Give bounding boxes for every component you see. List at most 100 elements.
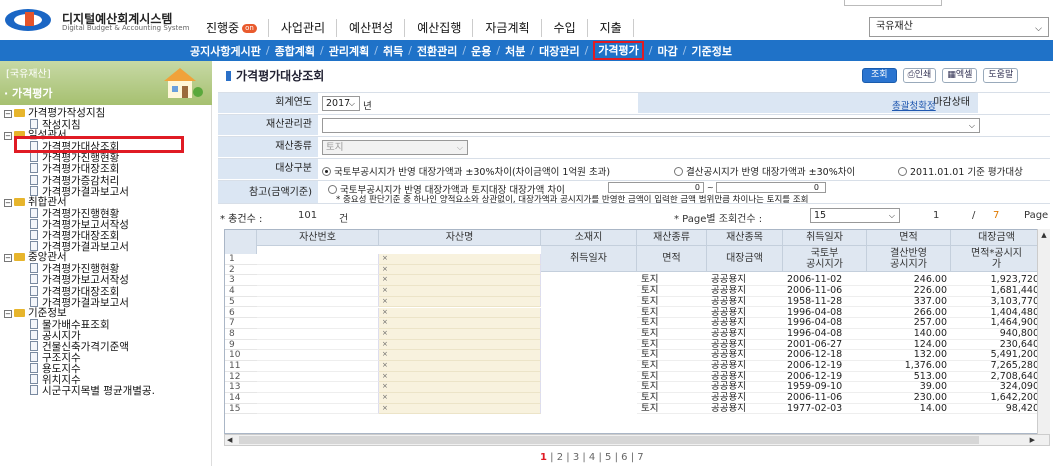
acquired-date-cell[interactable]: 1977-02-03 (783, 403, 867, 415)
tree-folder[interactable]: − 가격평가작성지침 (4, 107, 210, 119)
collapse-icon[interactable]: − (4, 309, 12, 318)
collapse-icon[interactable]: − (4, 132, 12, 141)
search-button[interactable]: 조회 (862, 68, 897, 83)
excel-button[interactable]: ▦엑셀 (942, 68, 978, 83)
asset-item-cell[interactable]: 공공용지 (707, 296, 783, 308)
tree-item[interactable]: 가격평가대장조회 (4, 163, 210, 175)
tree-folder[interactable]: − 취합관서 (4, 196, 210, 208)
main-nav-item[interactable]: 수입 (542, 16, 588, 40)
subnav-item[interactable]: 공지사항게시판 (190, 43, 261, 59)
asset-no-cell[interactable] (257, 328, 379, 340)
acquired-date-cell[interactable]: 1958-11-28 (783, 296, 867, 308)
target-option-1[interactable]: 국토부공시지가 반영 대장가액과 ±30%차이(차이금액이 1억원 초과) (322, 164, 610, 178)
asset-no-cell[interactable] (257, 286, 379, 297)
scroll-right-icon[interactable]: ▶ (1030, 435, 1035, 445)
top-search-strip[interactable] (844, 0, 942, 6)
area-cell[interactable]: 337.00 (867, 296, 951, 308)
asset-name-cell[interactable]: × (379, 328, 541, 340)
grid-subheader-cell[interactable]: 결산반영 공시지가 (867, 246, 951, 272)
subnav-item[interactable]: 기준정보 (691, 43, 731, 59)
asset-no-cell[interactable] (257, 361, 379, 372)
per-page-select[interactable]: 15 ⌵ (810, 208, 900, 223)
area-cell[interactable]: 14.00 (867, 403, 951, 415)
main-nav-item[interactable]: 진행중 on (196, 16, 269, 40)
tree-folder[interactable]: − 기준정보 (4, 307, 210, 319)
asset-name-cell[interactable]: × (379, 318, 541, 329)
grid-subheader-cell[interactable]: 면적 (637, 246, 707, 272)
main-nav-item[interactable]: 예산집행 (405, 16, 474, 40)
grid-header-cell[interactable]: 재산종목 (707, 230, 783, 246)
main-nav-item[interactable]: 예산편성 (337, 16, 406, 40)
target-option-3[interactable]: 2011.01.01 기준 평가대상 (898, 164, 1023, 178)
asset-no-cell[interactable] (257, 254, 379, 265)
asset-name-cell[interactable]: × (379, 264, 541, 276)
asset-no-cell[interactable] (257, 307, 379, 319)
asset-name-cell[interactable]: × (379, 361, 541, 372)
tree-item[interactable]: 물가배수표조회 (4, 318, 210, 330)
ref-to-input[interactable]: 0 (716, 182, 826, 193)
app-logo[interactable]: 디지털예산회계시스템 Digital Budget & Accounting S… (4, 3, 204, 37)
collapse-icon[interactable]: − (4, 254, 12, 263)
scroll-thumb[interactable] (239, 436, 979, 444)
tree-folder[interactable]: − 중앙관서 (4, 252, 210, 263)
asset-name-cell[interactable]: × (379, 393, 541, 404)
close-status-link[interactable]: 총괄청확정 (892, 98, 936, 112)
tree-item[interactable]: 구조지수 (4, 352, 210, 364)
asset-item-cell[interactable]: 공공용지 (707, 328, 783, 340)
grid-header-cell[interactable]: 면적 (867, 230, 951, 246)
grid-header-cell[interactable]: 자산명 (379, 230, 541, 246)
grid-header-cell[interactable]: 취득일자 (783, 230, 867, 246)
subnav-item[interactable]: 종합계획 (275, 43, 315, 59)
asset-name-cell[interactable]: × (379, 403, 541, 415)
amount-cell[interactable]: 940,800 (951, 328, 1041, 340)
grid-header-cell[interactable]: 재산종류 (637, 230, 707, 246)
tree-item[interactable]: 가격평가대장조회 (4, 285, 210, 297)
main-nav-item[interactable]: 사업관리 (269, 16, 338, 40)
tree-item[interactable]: 용도지수 (4, 363, 210, 375)
tree-item[interactable]: 가격평가진행현황 (4, 263, 210, 275)
acquired-date-cell[interactable]: 1996-04-08 (783, 328, 867, 340)
tree-item[interactable]: 공시지가 (4, 329, 210, 341)
asset-no-cell[interactable] (257, 296, 379, 308)
subnav-item[interactable]: 가격평가 (593, 41, 644, 60)
subnav-item[interactable]: 운용 (471, 43, 491, 59)
asset-name-cell[interactable]: × (379, 307, 541, 319)
grid-header-cell[interactable]: 대장금액 (951, 230, 1041, 246)
subnav-item[interactable]: 마감 (657, 43, 677, 59)
fiscal-year-select[interactable]: 2017 ⌵ (322, 96, 360, 111)
grid-horizontal-scrollbar[interactable]: ◀ ▶ (224, 434, 1050, 446)
asset-name-cell[interactable]: × (379, 382, 541, 394)
asset-type-select[interactable]: 토지 ⌵ (322, 140, 468, 155)
subnav-item[interactable]: 관리계획 (329, 43, 369, 59)
asset-no-cell[interactable] (257, 382, 379, 394)
main-nav-item[interactable]: 자금계획 (473, 16, 542, 40)
amount-cell[interactable]: 98,420 (951, 403, 1041, 415)
asset-no-cell[interactable] (257, 371, 379, 383)
area-cell[interactable]: 140.00 (867, 328, 951, 340)
asset-no-cell[interactable] (257, 393, 379, 404)
tree-item[interactable]: 가격평가보고서작성 (4, 274, 210, 286)
grid-vertical-scrollbar[interactable]: ▲▼ (1037, 229, 1050, 445)
asset-kind-cell[interactable]: 토지 (637, 296, 707, 308)
grid-subheader-cell[interactable]: 국토부 공시지가 (783, 246, 867, 272)
amount-cell[interactable]: 3,103,770 (951, 296, 1041, 308)
tree-item[interactable]: 가격평가대장조회 (4, 230, 210, 242)
asset-item-cell[interactable]: 공공용지 (707, 403, 783, 415)
help-button[interactable]: 도움말 (983, 68, 1019, 83)
scroll-left-icon[interactable]: ◀ (227, 435, 232, 445)
tree-item[interactable]: 위치지수 (4, 374, 210, 386)
asset-no-cell[interactable] (257, 318, 379, 329)
subnav-item[interactable]: 처분 (505, 43, 525, 59)
asset-name-cell[interactable]: × (379, 286, 541, 297)
asset-no-cell[interactable] (257, 403, 379, 415)
tree-item[interactable]: 가격평가보고서작성 (4, 218, 210, 230)
org-select[interactable]: 국유재산 ⌵ (869, 17, 1049, 37)
asset-kind-cell[interactable]: 토지 (637, 328, 707, 340)
collapse-icon[interactable]: − (4, 198, 12, 207)
asset-no-cell[interactable] (257, 339, 379, 351)
page-link[interactable]: 7 (637, 452, 643, 463)
subnav-item[interactable]: 취득 (383, 43, 403, 59)
asset-name-cell[interactable]: × (379, 339, 541, 351)
tree-item[interactable]: 가격평가진행현황 (4, 152, 210, 164)
asset-no-cell[interactable] (257, 264, 379, 276)
